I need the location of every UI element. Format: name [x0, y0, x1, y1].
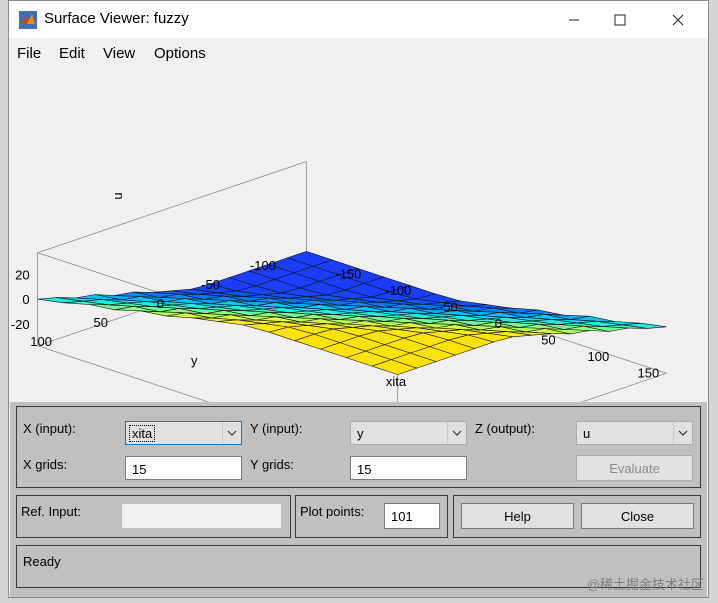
close-button[interactable]: Close: [581, 503, 694, 529]
z-output-value: u: [583, 426, 591, 441]
status-text: Ready: [23, 554, 61, 569]
x-grids-label: X grids:: [23, 457, 68, 472]
x-tick-label: -100: [385, 283, 411, 298]
ref-input-label: Ref. Input:: [21, 504, 81, 519]
chevron-down-icon: [222, 422, 241, 444]
title-bar: Surface Viewer: fuzzy: [9, 1, 708, 38]
z-axis-label: u: [110, 192, 125, 199]
y-tick-label: 50: [94, 315, 108, 330]
x-tick-label: 50: [541, 332, 555, 347]
maximize-icon: [614, 14, 626, 25]
ref-input-field[interactable]: [121, 503, 282, 529]
z-output-select[interactable]: u: [576, 421, 693, 445]
x-grids-field[interactable]: 15: [125, 456, 242, 480]
surface-viewer-window: Surface Viewer: fuzzy File Edit View Opt…: [8, 0, 709, 598]
chevron-down-icon: [673, 422, 692, 444]
matlab-icon: [19, 11, 37, 29]
button-group: Help Close: [453, 495, 701, 538]
x-input-value: xita: [128, 425, 156, 442]
y-tick-label: -100: [250, 258, 276, 273]
control-panel: X (input): xita Y (input): y Z (output):…: [10, 402, 707, 597]
close-window-button[interactable]: [655, 1, 701, 38]
maximize-button[interactable]: [597, 1, 643, 38]
menu-view[interactable]: View: [103, 45, 135, 62]
x-grids-value: 15: [132, 462, 147, 477]
y-input-select[interactable]: y: [350, 421, 467, 445]
menu-options[interactable]: Options: [154, 45, 206, 62]
y-tick-label: -50: [201, 277, 220, 292]
close-icon: [672, 14, 684, 25]
menu-edit[interactable]: Edit: [59, 45, 85, 62]
y-input-label: Y (input):: [250, 421, 303, 436]
menu-bar: File Edit View Options: [9, 38, 708, 68]
plot-points-field[interactable]: 101: [384, 503, 440, 529]
minimize-icon: [569, 19, 579, 20]
y-input-value: y: [357, 426, 364, 441]
plot-area[interactable]: 20 0 -20 -100 -50 0 50 100 -150 -100 -50 0 50 100 150 …: [10, 68, 707, 402]
x-axis-label: xita: [386, 374, 407, 389]
window-title: Surface Viewer: fuzzy: [44, 10, 189, 27]
ref-input-group: Ref. Input:: [16, 495, 291, 538]
minimize-button[interactable]: [551, 1, 597, 38]
y-grids-label: Y grids:: [250, 457, 294, 472]
x-tick-label: -150: [335, 266, 361, 281]
x-tick-label: 150: [638, 365, 660, 380]
x-input-select[interactable]: xita: [125, 421, 242, 445]
menu-file[interactable]: File: [17, 45, 41, 62]
x-tick-label: -50: [439, 299, 458, 314]
x-tick-label: 100: [588, 349, 610, 364]
z-tick-label: 20: [15, 267, 29, 282]
io-group: X (input): xita Y (input): y Z (output):…: [16, 406, 701, 488]
y-tick-label: 0: [157, 296, 164, 311]
y-tick-label: 100: [30, 334, 52, 349]
evaluate-button[interactable]: Evaluate: [576, 455, 693, 481]
y-grids-field[interactable]: 15: [350, 456, 467, 480]
plot-points-group: Plot points: 101: [295, 495, 448, 538]
surface-plot[interactable]: 200-20-100-50050100-150-100-50050100150 …: [10, 68, 707, 402]
plot-points-label: Plot points:: [300, 504, 365, 519]
z-tick-label: 0: [22, 292, 29, 307]
help-button[interactable]: Help: [461, 503, 574, 529]
x-tick-label: 0: [495, 316, 502, 331]
z-output-label: Z (output):: [475, 421, 535, 436]
plot-points-value: 101: [391, 509, 413, 524]
chevron-down-icon: [447, 422, 466, 444]
watermark: @稀土掘金技术社区: [586, 577, 704, 592]
z-tick-label: -20: [11, 317, 30, 332]
y-axis-label: y: [191, 353, 198, 368]
x-input-label: X (input):: [23, 421, 76, 436]
y-grids-value: 15: [357, 462, 372, 477]
